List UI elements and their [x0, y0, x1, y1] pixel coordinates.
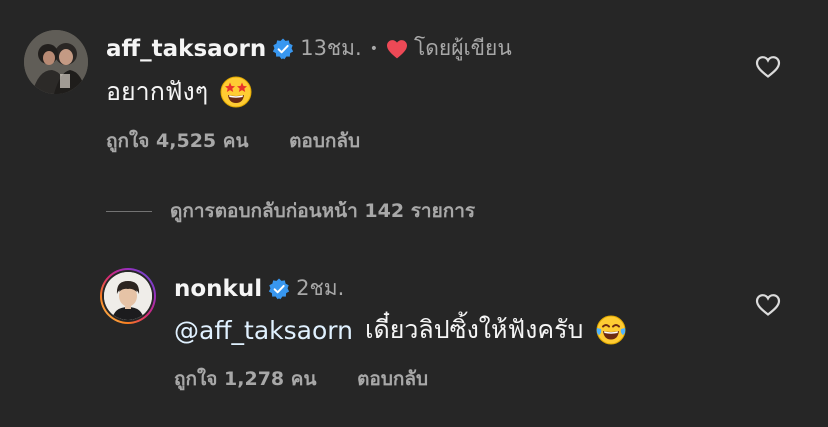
comment-text: เดี๋ยวลิปซิ้งให้ฟังครับ — [364, 315, 584, 344]
liked-by-author-label: โดยผู้เขียน — [413, 36, 512, 60]
reply-button[interactable]: ตอบกลับ — [289, 130, 360, 152]
view-previous-replies[interactable]: ดูการตอบกลับก่อนหน้า 142 รายการ — [106, 196, 475, 226]
avatar[interactable] — [104, 272, 152, 320]
heart-filled-icon — [386, 39, 407, 58]
view-previous-replies-label[interactable]: ดูการตอบกลับก่อนหน้า 142 รายการ — [170, 196, 475, 226]
star-struck-emoji-icon — [220, 76, 252, 108]
verified-badge-icon — [273, 38, 294, 59]
like-heart-icon[interactable] — [755, 55, 781, 79]
username[interactable]: aff_taksaorn — [106, 36, 266, 62]
avatar[interactable] — [24, 30, 88, 94]
comment-text: อยากฟังๆ — [106, 77, 209, 106]
like-heart-icon[interactable] — [755, 293, 781, 317]
comment-time: 2ชม. — [296, 276, 345, 300]
comment-time: 13ชม. — [300, 36, 362, 60]
separator-dot: • — [369, 40, 378, 57]
verified-badge-icon — [268, 278, 290, 299]
likes-count[interactable]: ถูกใจ 1,278 คน — [174, 368, 316, 390]
divider-line — [106, 210, 152, 212]
mention-link[interactable]: @aff_taksaorn — [174, 316, 353, 345]
likes-count[interactable]: ถูกใจ 4,525 คน — [106, 130, 248, 152]
username[interactable]: nonkul — [174, 276, 262, 302]
tears-of-joy-emoji-icon — [596, 315, 626, 345]
reply-button[interactable]: ตอบกลับ — [357, 368, 428, 390]
